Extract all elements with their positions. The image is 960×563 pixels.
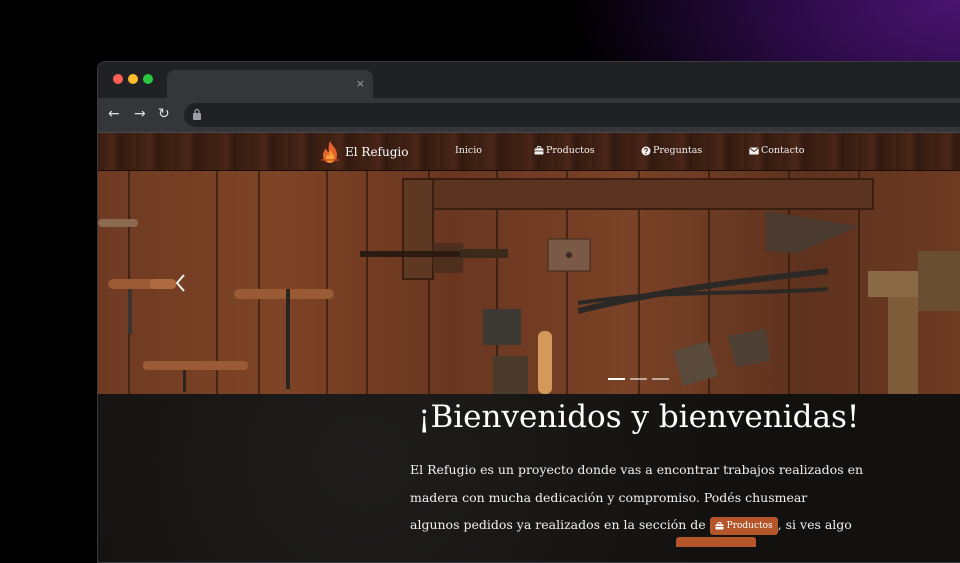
- title-bar: ×: [98, 62, 960, 98]
- nav-link-preguntas[interactable]: Preguntas: [641, 145, 702, 156]
- paragraph-line: madera con mucha dedicación y compromiso…: [410, 489, 808, 505]
- hero-carousel[interactable]: [98, 171, 960, 394]
- reload-icon[interactable]: ↻: [158, 106, 170, 122]
- tab-close-icon[interactable]: ×: [356, 77, 365, 91]
- paragraph-line: El Refugio es un proyecto donde vas a en…: [410, 462, 864, 477]
- back-arrow-icon[interactable]: ←: [108, 106, 120, 122]
- minimize-window-button[interactable]: [128, 74, 138, 84]
- hanging-tools-image: [98, 178, 960, 394]
- carousel-indicators: [608, 378, 669, 380]
- lock-icon: [193, 108, 201, 120]
- carousel-indicator[interactable]: [630, 378, 647, 380]
- page-content: El Refugio Inicio Productos Preguntas Co…: [98, 133, 960, 562]
- brand-name: El Refugio: [345, 145, 409, 159]
- carousel-indicator[interactable]: [608, 378, 625, 380]
- carousel-prev-chevron-icon[interactable]: [172, 271, 190, 295]
- briefcase-icon: [715, 521, 724, 530]
- flame-logo-icon: [321, 141, 339, 163]
- nav-link-productos[interactable]: Productos: [534, 145, 595, 156]
- carousel-indicator[interactable]: [652, 378, 669, 380]
- nav-link-inicio[interactable]: Inicio: [455, 145, 482, 156]
- brand-link[interactable]: El Refugio: [319, 139, 408, 165]
- nav-label: Preguntas: [653, 145, 703, 156]
- nav-label: Productos: [546, 145, 595, 156]
- maximize-window-button[interactable]: [143, 74, 153, 84]
- envelope-icon: [749, 147, 759, 154]
- nav-label: Contacto: [761, 145, 805, 156]
- paragraph-text: , si ves algo: [777, 517, 852, 532]
- button-label: Productos: [726, 520, 773, 531]
- paragraph-text: algunos pedidos ya realizados en la secc…: [410, 517, 706, 532]
- browser-tab[interactable]: ×: [167, 70, 373, 98]
- paragraph-line: algunos pedidos ya realizados en la secc…: [410, 511, 852, 539]
- close-window-button[interactable]: [113, 74, 123, 84]
- nav-label: Inicio: [455, 145, 482, 156]
- productos-inline-button[interactable]: Productos: [709, 516, 778, 535]
- forward-arrow-icon[interactable]: →: [134, 106, 146, 122]
- browser-window: × ← → ↻ El Refugio Inicio Productos Preg…: [97, 61, 960, 563]
- browser-toolbar: ← → ↻: [98, 98, 960, 133]
- partial-action-button[interactable]: [676, 537, 756, 547]
- address-bar[interactable]: [184, 103, 960, 127]
- briefcase-icon: [534, 146, 544, 155]
- welcome-paragraph: El Refugio es un proyecto donde vas a en…: [410, 456, 864, 539]
- welcome-section: ¡Bienvenidos y bienvenidas! El Refugio e…: [98, 394, 960, 562]
- welcome-title: ¡Bienvenidos y bienvenidas!: [418, 399, 860, 435]
- question-circle-icon: [641, 146, 651, 155]
- nav-link-contacto[interactable]: Contacto: [749, 145, 804, 156]
- site-navbar: El Refugio Inicio Productos Preguntas Co…: [98, 133, 960, 171]
